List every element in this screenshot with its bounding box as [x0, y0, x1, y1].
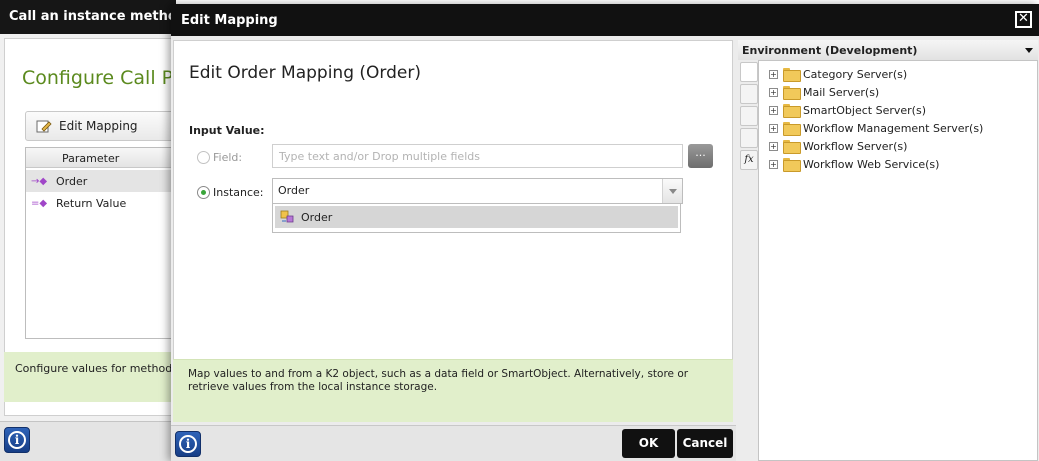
- tree-item-label: Workflow Management Server(s): [803, 121, 984, 135]
- expand-icon[interactable]: +: [769, 123, 778, 133]
- folder-icon: [783, 158, 801, 172]
- dropdown-item-label: Order: [301, 210, 333, 224]
- tree-item-label: Workflow Web Service(s): [803, 157, 940, 171]
- instance-select-value: Order: [278, 184, 310, 197]
- instance-label: Instance:: [213, 186, 264, 199]
- tree-item-workflow-web-services[interactable]: + Workflow Web Service(s): [769, 155, 939, 173]
- edit-mapping-toolbar-button[interactable]: Edit Mapping: [25, 111, 175, 141]
- tree-item-label: Category Server(s): [803, 67, 908, 81]
- edit-mapping-titlebar: Edit Mapping ✕: [171, 4, 1039, 36]
- info-icon: i: [179, 435, 197, 453]
- parameter-row-label: Return Value: [56, 196, 127, 210]
- edit-mapping-dialog: Edit Mapping ✕ Edit Order Mapping (Order…: [171, 4, 1039, 461]
- edit-mapping-toolbar-label: Edit Mapping: [59, 119, 138, 133]
- tree-item-workflow-servers[interactable]: + Workflow Server(s): [769, 137, 907, 155]
- close-icon[interactable]: ✕: [1015, 11, 1032, 28]
- chevron-down-icon[interactable]: [662, 179, 682, 203]
- functions-tab-icon[interactable]: fx: [740, 150, 758, 170]
- field-radio[interactable]: [197, 151, 210, 164]
- parameter-row[interactable]: →◆ Order: [26, 170, 175, 192]
- ok-button[interactable]: OK: [622, 429, 675, 458]
- expand-icon[interactable]: +: [769, 87, 778, 97]
- instance-dropdown-list: Order: [272, 203, 681, 233]
- background-dialog-heading: Configure Call P: [22, 67, 174, 89]
- instance-radio[interactable]: [197, 186, 210, 199]
- folder-icon: [783, 104, 801, 118]
- background-dialog: Call an instance method Configure Call P…: [0, 0, 176, 461]
- browse-button[interactable]: ...: [688, 144, 713, 168]
- info-icon: i: [8, 431, 26, 449]
- tree-item-mail-servers[interactable]: + Mail Server(s): [769, 83, 879, 101]
- workflow-tab-icon[interactable]: [740, 128, 758, 148]
- expand-icon[interactable]: +: [769, 105, 778, 115]
- edit-mapping-title: Edit Mapping: [181, 13, 278, 28]
- process-tab-icon[interactable]: [740, 84, 758, 104]
- expand-icon[interactable]: +: [769, 141, 778, 151]
- folder-icon: [783, 86, 801, 100]
- context-tab-icon[interactable]: [740, 106, 758, 126]
- tree-item-label: Workflow Server(s): [803, 139, 908, 153]
- dropdown-item-order[interactable]: Order: [275, 206, 678, 228]
- instance-object-icon: [280, 210, 296, 224]
- return-parameter-icon: =◆: [31, 197, 48, 209]
- info-button[interactable]: i: [175, 431, 201, 457]
- mapping-heading: Edit Order Mapping (Order): [189, 63, 421, 83]
- parameter-column-header: Parameter: [62, 152, 120, 165]
- parameter-row[interactable]: =◆ Return Value: [26, 192, 175, 214]
- expand-icon[interactable]: +: [769, 69, 778, 79]
- background-dialog-hint: Configure values for method ca: [4, 352, 176, 402]
- background-dialog-footer: i: [0, 421, 176, 461]
- mapping-help-text: Map values to and from a K2 object, such…: [173, 359, 733, 422]
- instance-select[interactable]: Order: [272, 178, 683, 204]
- info-button[interactable]: i: [4, 427, 30, 453]
- expand-icon[interactable]: +: [769, 159, 778, 169]
- folder-icon: [783, 122, 801, 136]
- tree-item-label: SmartObject Server(s): [803, 103, 926, 117]
- environment-panel: Environment (Development) fx + Category …: [736, 40, 1039, 461]
- parameter-row-label: Order: [56, 174, 88, 188]
- tree-item-category-servers[interactable]: + Category Server(s): [769, 65, 907, 83]
- edit-pencil-icon: [36, 119, 52, 133]
- environment-dropdown[interactable]: Environment (Development): [738, 40, 1038, 60]
- environment-tab-icon[interactable]: [740, 62, 758, 82]
- tree-item-workflow-management-servers[interactable]: + Workflow Management Server(s): [769, 119, 983, 137]
- field-input[interactable]: Type text and/or Drop multiple fields: [272, 144, 683, 168]
- environment-tabs: fx: [740, 62, 758, 172]
- input-parameter-icon: →◆: [31, 175, 48, 187]
- parameters-grid-header: Parameter: [26, 148, 175, 168]
- environment-tree: + Category Server(s) + Mail Server(s) + …: [758, 60, 1038, 461]
- tree-item-smartobject-servers[interactable]: + SmartObject Server(s): [769, 101, 926, 119]
- parameters-grid: Parameter →◆ Order =◆ Return Value: [25, 147, 175, 339]
- cancel-button[interactable]: Cancel: [677, 429, 733, 458]
- field-label: Field:: [213, 151, 243, 164]
- folder-icon: [783, 140, 801, 154]
- input-value-label: Input Value:: [189, 124, 265, 137]
- edit-mapping-footer: i OK Cancel: [171, 425, 736, 461]
- tree-item-label: Mail Server(s): [803, 85, 880, 99]
- background-dialog-title: Call an instance method: [0, 0, 176, 34]
- environment-title: Environment (Development): [742, 44, 918, 57]
- folder-icon: [783, 68, 801, 82]
- chevron-down-icon: [1025, 48, 1033, 53]
